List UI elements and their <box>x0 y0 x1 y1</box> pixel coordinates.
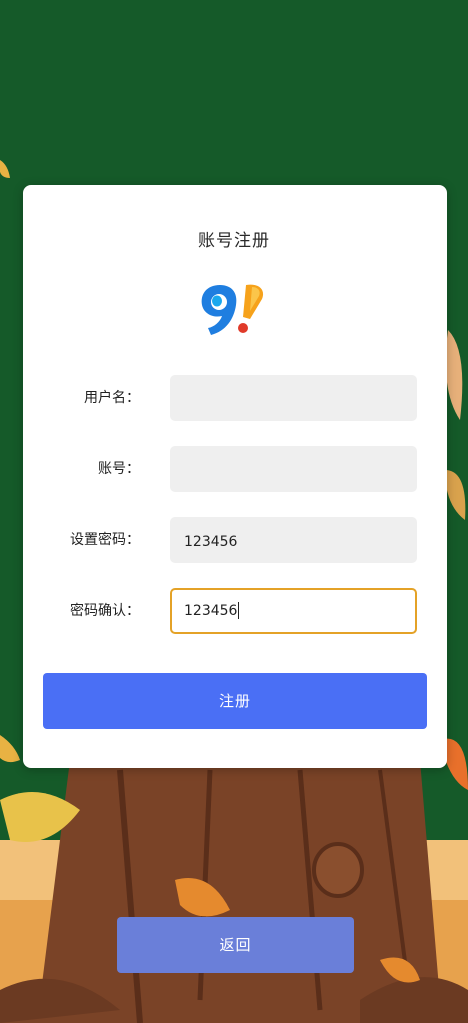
password-input[interactable]: 123456 <box>170 517 417 563</box>
confirm-password-label: 密码确认： <box>70 603 140 619</box>
username-input[interactable] <box>170 375 417 421</box>
account-input[interactable] <box>170 446 417 492</box>
confirm-password-value: 123456 <box>184 603 238 619</box>
confirm-password-input[interactable]: 123456 <box>170 588 417 634</box>
register-button[interactable]: 注册 <box>43 673 427 729</box>
register-screen: 账号注册 用户名： 账号： 设置密码： 123456 密码确认： 123456 … <box>0 0 468 1023</box>
text-caret <box>238 601 240 619</box>
password-label: 设置密码： <box>70 532 140 548</box>
app-logo <box>201 284 264 335</box>
account-label: 账号： <box>98 461 140 477</box>
page-title: 账号注册 <box>198 231 270 251</box>
username-label: 用户名： <box>84 390 140 406</box>
back-button[interactable]: 返回 <box>117 917 354 973</box>
